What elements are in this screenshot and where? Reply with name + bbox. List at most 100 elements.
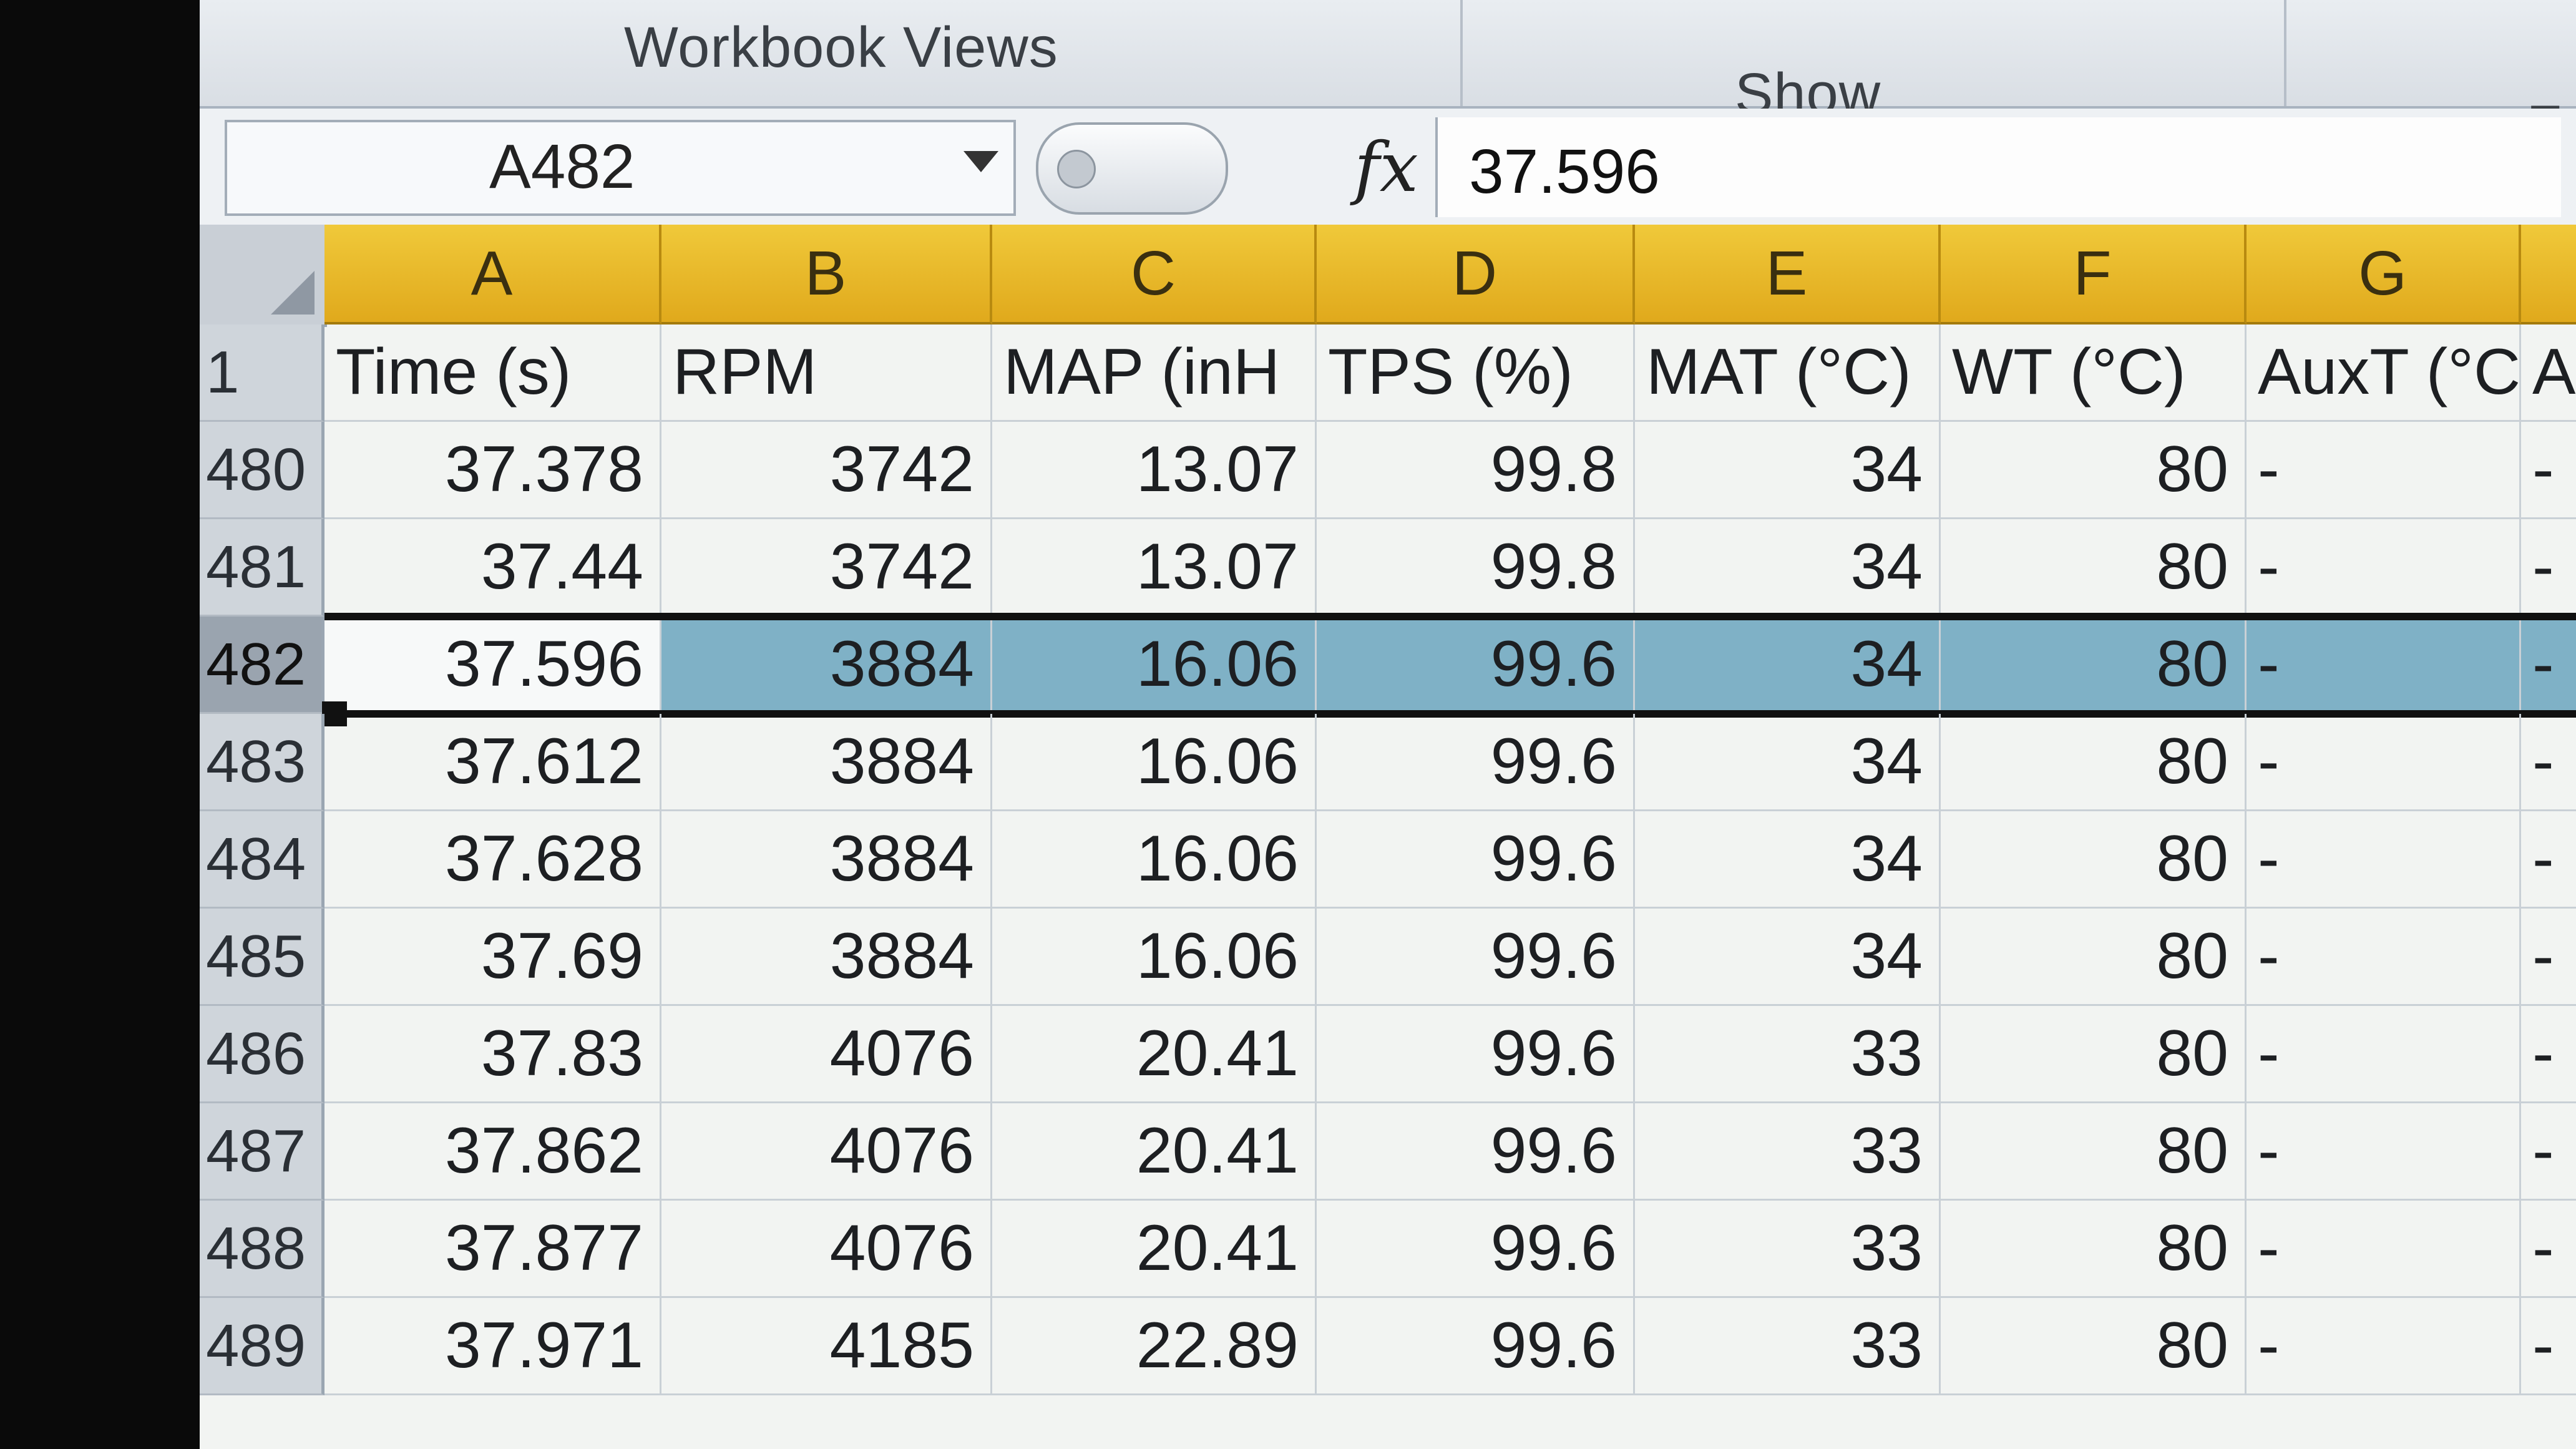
table-cell[interactable]: 37.877	[324, 1201, 661, 1298]
table-cell[interactable]: 99.6	[1317, 617, 1635, 714]
table-cell[interactable]: 99.6	[1317, 909, 1635, 1006]
table-cell[interactable]: 37.83	[324, 1006, 661, 1103]
table-cell[interactable]: 99.6	[1317, 1201, 1635, 1298]
insert-function-icon[interactable]: fx	[1354, 127, 1418, 207]
table-cell[interactable]: -	[2521, 811, 2576, 909]
table-cell[interactable]: 3742	[661, 519, 992, 617]
table-cell[interactable]: 99.6	[1317, 714, 1635, 811]
table-cell[interactable]: 3884	[661, 714, 992, 811]
column-title-cell[interactable]: AuxT (°C)	[2247, 324, 2521, 422]
table-cell[interactable]: 37.378	[324, 422, 661, 519]
table-cell[interactable]: 80	[1941, 422, 2247, 519]
table-cell[interactable]: 37.862	[324, 1103, 661, 1201]
row-header[interactable]: 483	[200, 714, 324, 811]
table-cell[interactable]: -	[2247, 1298, 2521, 1395]
table-cell[interactable]: 3884	[661, 617, 992, 714]
table-cell[interactable]: 80	[1941, 1103, 2247, 1201]
table-cell[interactable]: -	[2521, 617, 2576, 714]
table-cell[interactable]: -	[2247, 909, 2521, 1006]
table-cell[interactable]: 80	[1941, 909, 2247, 1006]
table-cell[interactable]: -	[2521, 519, 2576, 617]
table-cell[interactable]: -	[2521, 1006, 2576, 1103]
name-box[interactable]: A482	[225, 120, 1016, 216]
spreadsheet-grid[interactable]: A B C D E F G 1 Time (s) RPM MAP (inH TPS (%) MAT (°…	[200, 225, 2576, 1449]
table-cell[interactable]: 34	[1635, 617, 1941, 714]
table-cell[interactable]: -	[2247, 1201, 2521, 1298]
column-header-d[interactable]: D	[1317, 225, 1635, 324]
column-title-cell[interactable]: WT (°C)	[1941, 324, 2247, 422]
column-title-cell[interactable]: TPS (%)	[1317, 324, 1635, 422]
table-cell[interactable]: -	[2521, 422, 2576, 519]
table-cell[interactable]: 20.41	[992, 1103, 1317, 1201]
table-cell[interactable]: 22.89	[992, 1298, 1317, 1395]
table-cell[interactable]: 99.6	[1317, 811, 1635, 909]
table-cell[interactable]: 80	[1941, 519, 2247, 617]
table-cell[interactable]: 3884	[661, 811, 992, 909]
row-header[interactable]: 487	[200, 1103, 324, 1201]
column-header-a[interactable]: A	[324, 225, 661, 324]
column-title-cell[interactable]: Time (s)	[324, 324, 661, 422]
active-cell[interactable]: 37.596	[324, 617, 661, 714]
table-cell[interactable]: 4185	[661, 1298, 992, 1395]
table-cell[interactable]: 99.8	[1317, 519, 1635, 617]
table-cell[interactable]: 80	[1941, 811, 2247, 909]
row-header[interactable]: 482	[200, 617, 324, 714]
row-header[interactable]: 1	[200, 324, 324, 422]
table-cell[interactable]: -	[2247, 714, 2521, 811]
table-cell[interactable]: 34	[1635, 811, 1941, 909]
table-cell[interactable]: 16.06	[992, 811, 1317, 909]
table-cell[interactable]: 4076	[661, 1103, 992, 1201]
column-header-g[interactable]: G	[2247, 225, 2521, 324]
column-header-e[interactable]: E	[1635, 225, 1941, 324]
column-header-f[interactable]: F	[1941, 225, 2247, 324]
table-cell[interactable]: 34	[1635, 714, 1941, 811]
table-cell[interactable]: 16.06	[992, 909, 1317, 1006]
chevron-down-icon[interactable]	[964, 151, 998, 172]
table-cell[interactable]: 33	[1635, 1103, 1941, 1201]
table-cell[interactable]: 34	[1635, 422, 1941, 519]
formula-bar-resize-handle[interactable]	[1036, 122, 1228, 215]
column-title-cell[interactable]: MAP (inH	[992, 324, 1317, 422]
table-cell[interactable]: -	[2247, 422, 2521, 519]
table-cell[interactable]: 16.06	[992, 714, 1317, 811]
table-cell[interactable]: 37.971	[324, 1298, 661, 1395]
table-cell[interactable]: -	[2521, 1298, 2576, 1395]
table-cell[interactable]: -	[2247, 1006, 2521, 1103]
table-cell[interactable]: 13.07	[992, 519, 1317, 617]
table-cell[interactable]: 99.6	[1317, 1298, 1635, 1395]
table-cell[interactable]: 34	[1635, 909, 1941, 1006]
row-header[interactable]: 480	[200, 422, 324, 519]
column-header-h[interactable]	[2521, 225, 2576, 324]
table-cell[interactable]: -	[2521, 1201, 2576, 1298]
table-cell[interactable]: 37.44	[324, 519, 661, 617]
table-cell[interactable]: 3742	[661, 422, 992, 519]
select-all-button[interactable]	[200, 225, 327, 327]
table-cell[interactable]: 80	[1941, 617, 2247, 714]
table-cell[interactable]: 80	[1941, 714, 2247, 811]
table-cell[interactable]: 33	[1635, 1006, 1941, 1103]
column-title-cell[interactable]: MAT (°C)	[1635, 324, 1941, 422]
table-cell[interactable]: 34	[1635, 519, 1941, 617]
table-cell[interactable]: 16.06	[992, 617, 1317, 714]
table-cell[interactable]: 20.41	[992, 1006, 1317, 1103]
table-cell[interactable]: -	[2247, 811, 2521, 909]
table-cell[interactable]: 37.628	[324, 811, 661, 909]
table-cell[interactable]: -	[2521, 909, 2576, 1006]
column-title-cell[interactable]: A	[2521, 324, 2576, 422]
table-cell[interactable]: -	[2521, 714, 2576, 811]
table-cell[interactable]: 13.07	[992, 422, 1317, 519]
table-cell[interactable]: 37.69	[324, 909, 661, 1006]
table-cell[interactable]: 80	[1941, 1298, 2247, 1395]
row-header[interactable]: 488	[200, 1201, 324, 1298]
table-cell[interactable]: 4076	[661, 1006, 992, 1103]
table-cell[interactable]: -	[2247, 519, 2521, 617]
column-header-b[interactable]: B	[661, 225, 992, 324]
table-cell[interactable]: 80	[1941, 1006, 2247, 1103]
row-header[interactable]: 481	[200, 519, 324, 617]
table-cell[interactable]: -	[2247, 617, 2521, 714]
row-header[interactable]: 486	[200, 1006, 324, 1103]
column-title-cell[interactable]: RPM	[661, 324, 992, 422]
table-cell[interactable]: 99.8	[1317, 422, 1635, 519]
table-cell[interactable]: 33	[1635, 1201, 1941, 1298]
table-cell[interactable]: 3884	[661, 909, 992, 1006]
